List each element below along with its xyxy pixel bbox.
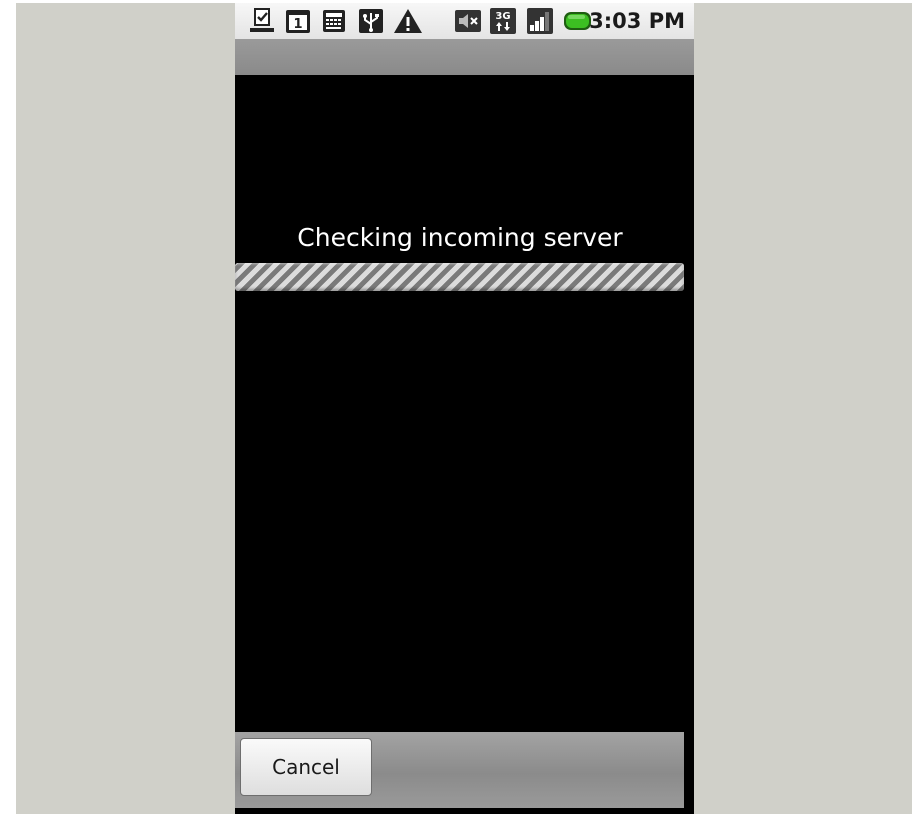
calendar-icon: 1 <box>283 6 313 36</box>
usb-icon <box>356 6 386 36</box>
volume-muted-icon <box>453 6 483 36</box>
progress-message: Checking incoming server settings... <box>297 223 623 288</box>
signal-strength-icon <box>525 6 555 36</box>
status-bar: 1 3G 3:03 PM <box>235 3 694 39</box>
warning-icon <box>392 6 424 36</box>
phone-screen: 1 3G 3:03 PM Checking incoming server Ca… <box>235 3 694 814</box>
button-bar: Cancel <box>235 732 684 808</box>
cancel-button[interactable]: Cancel <box>240 738 372 796</box>
network-type-text: 3G <box>495 11 510 22</box>
download-complete-icon <box>247 6 277 36</box>
keyboard-icon <box>319 6 349 36</box>
status-time: 3:03 PM <box>589 9 685 33</box>
calendar-day-text: 1 <box>293 17 302 32</box>
3g-data-icon: 3G <box>488 6 518 36</box>
indeterminate-progress-bar <box>235 263 684 291</box>
dialog-title-bar <box>235 39 694 75</box>
